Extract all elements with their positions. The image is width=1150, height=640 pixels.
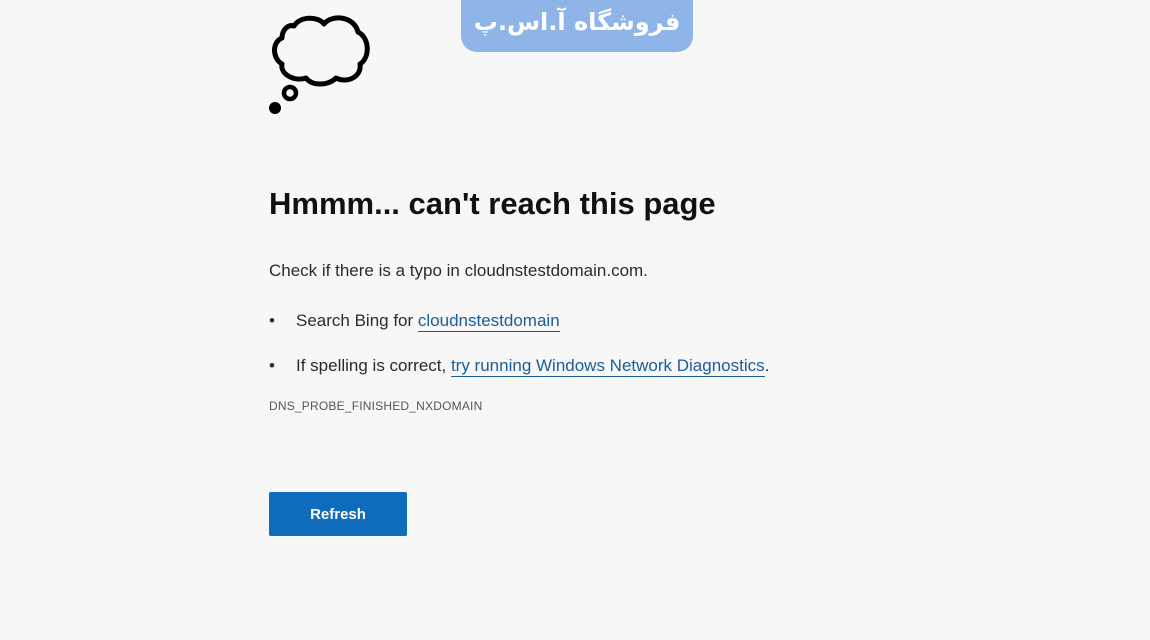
- bullet: •: [269, 311, 275, 330]
- suggestion-prefix: If spelling is correct,: [296, 356, 451, 375]
- error-code: DNS_PROBE_FINISHED_NXDOMAIN: [269, 399, 483, 413]
- page-title: Hmmm... can't reach this page: [269, 186, 716, 221]
- watermark-logo: فروشگاه آ.اس.پ: [461, 0, 693, 52]
- suggestion-network-diagnostics: • If spelling is correct, try running Wi…: [269, 354, 969, 378]
- suggestion-list: • Search Bing for cloudnstestdomain • If…: [269, 309, 969, 378]
- suggestion-prefix: Search Bing for: [296, 311, 418, 330]
- suggestion-search-bing: • Search Bing for cloudnstestdomain: [269, 309, 969, 333]
- thought-bubble-icon: [269, 15, 370, 114]
- network-diagnostics-link[interactable]: try running Windows Network Diagnostics: [450, 356, 765, 377]
- bullet: •: [269, 356, 275, 375]
- suggestion-suffix: .: [764, 356, 770, 375]
- error-content: Hmmm... can't reach this page Check if t…: [269, 183, 969, 413]
- refresh-button[interactable]: Refresh: [269, 492, 407, 536]
- search-bing-link[interactable]: cloudnstestdomain: [417, 311, 560, 332]
- typo-hint: Check if there is a typo in cloudnstestd…: [269, 261, 648, 280]
